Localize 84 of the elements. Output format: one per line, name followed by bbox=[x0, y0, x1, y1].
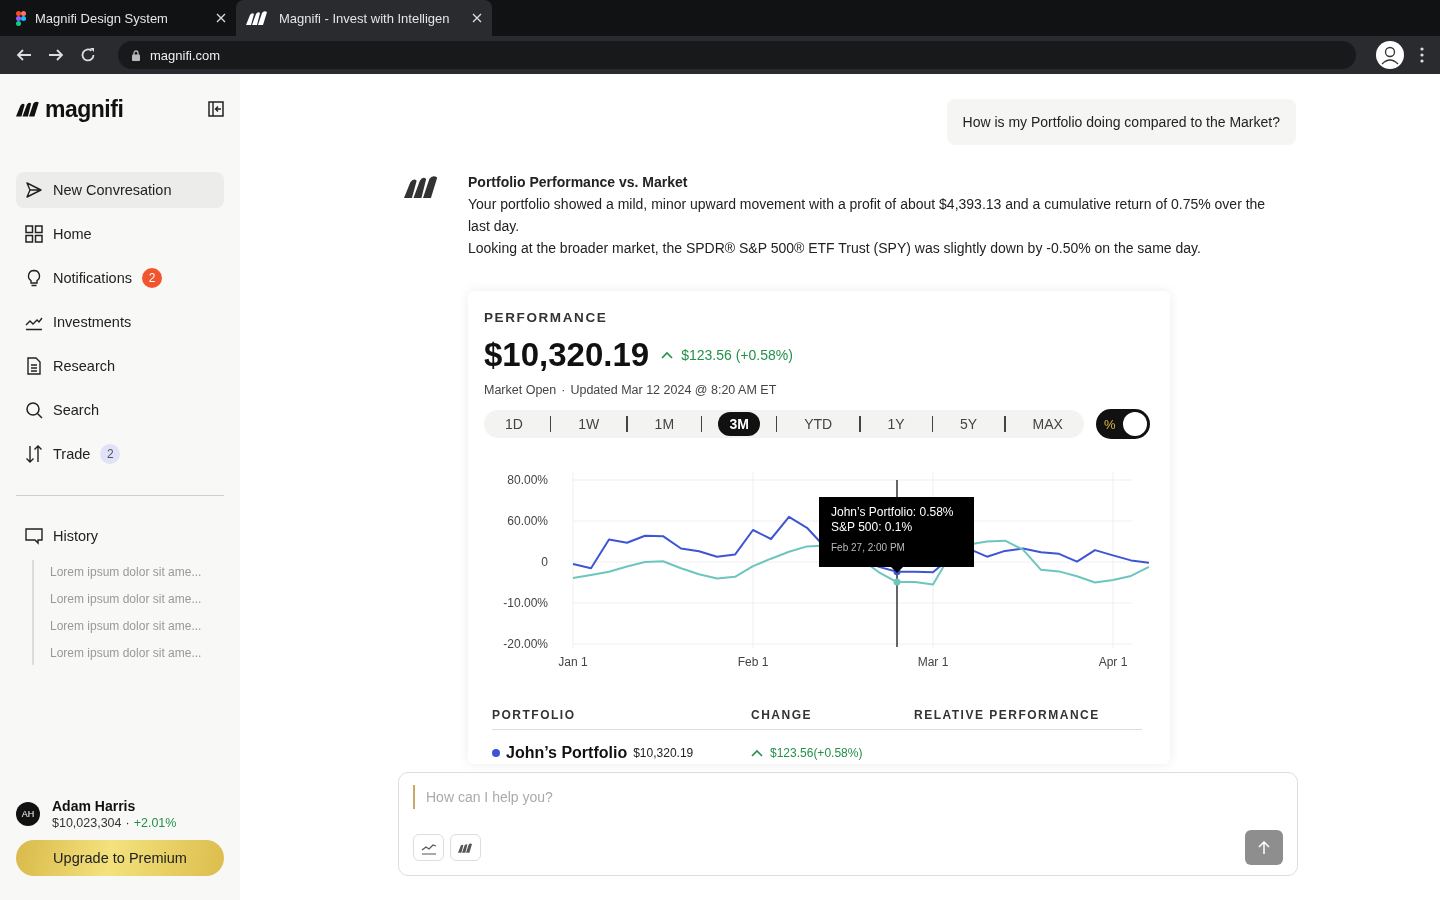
chat-bubble-icon bbox=[25, 527, 43, 545]
answer-paragraph: Your portfolio showed a mild, minor upward movement with a profit of about $4,393.13 and a cumulative return of 0.75% over the last day. bbox=[468, 195, 1267, 236]
answer-title: Portfolio Performance vs. Market bbox=[468, 173, 689, 192]
x-axis-label: Jan 1 bbox=[558, 655, 588, 669]
market-status: Market Open bbox=[484, 382, 557, 399]
tooltip-text: John’s Portfolio: 0.58% bbox=[831, 505, 955, 520]
user-name: Adam Harris bbox=[52, 798, 137, 814]
nav-item[interactable]: Home bbox=[16, 216, 224, 252]
balance-change: +2.01% bbox=[133, 816, 177, 830]
count-badge: 2 bbox=[100, 444, 121, 464]
send-button[interactable] bbox=[1245, 830, 1283, 865]
forward-icon[interactable] bbox=[48, 47, 64, 63]
x-axis-label: Mar 1 bbox=[917, 655, 949, 669]
nav-item[interactable]: New Convresation bbox=[16, 172, 224, 208]
answer-paragraph: Looking at the broader market, the SPDR® S&P 500® ETF Trust (SPY) was slightly down by -0.50% on the same day. bbox=[468, 239, 1202, 258]
profile-avatar-icon[interactable] bbox=[1376, 41, 1404, 69]
y-axis-label: 60.00% bbox=[507, 514, 548, 528]
x-axis-label: Apr 1 bbox=[1098, 655, 1128, 669]
range-tab[interactable]: YTD bbox=[793, 412, 844, 436]
lock-icon bbox=[132, 49, 140, 61]
card-heading: PERFORMANCE bbox=[484, 309, 609, 327]
arrow-up-icon bbox=[1257, 840, 1271, 855]
value-change: $123.56 (+0.58%) bbox=[681, 346, 793, 365]
separator-dot: · bbox=[125, 816, 130, 830]
change-value: $123.56(+0.58%) bbox=[770, 745, 863, 762]
search-icon bbox=[25, 401, 43, 419]
document-icon bbox=[25, 357, 43, 375]
collapse-sidebar-icon[interactable] bbox=[208, 101, 224, 117]
range-tab[interactable]: MAX bbox=[1021, 412, 1074, 436]
portfolio-value: $10,320.19 bbox=[633, 745, 694, 762]
address-bar[interactable]: magnifi.com bbox=[118, 41, 1356, 69]
user-avatar: AH bbox=[16, 802, 40, 826]
range-tab[interactable]: 1D bbox=[494, 412, 534, 436]
logo-icon bbox=[16, 101, 42, 117]
range-tab[interactable]: 1M bbox=[643, 412, 686, 436]
y-axis-label: 80.00% bbox=[507, 473, 548, 487]
browser-tab[interactable]: Magnifi Design System bbox=[6, 0, 236, 36]
x-axis-label: Feb 1 bbox=[737, 655, 769, 669]
count-badge: 2 bbox=[142, 268, 162, 288]
nav-item[interactable]: Investments bbox=[16, 304, 224, 340]
chart-tool-button[interactable] bbox=[413, 834, 444, 861]
range-tab[interactable]: 1Y bbox=[876, 412, 916, 436]
logo-icon bbox=[457, 842, 474, 853]
send-icon bbox=[25, 181, 43, 199]
tooltip-text: S&P 500: 0.1% bbox=[831, 520, 914, 535]
separator-dot: · bbox=[561, 382, 566, 399]
nav-item[interactable]: Notifications 2 bbox=[16, 260, 224, 296]
updated-time: Updated Mar 12 2024 @ 8:20 AM ET bbox=[570, 382, 777, 399]
portfolio-value: $10,320.19 bbox=[484, 335, 650, 375]
portfolio-name: John’s Portfolio bbox=[506, 743, 628, 763]
nav-item[interactable]: Research bbox=[16, 348, 224, 384]
figma-icon bbox=[16, 10, 26, 26]
column-header: RELATIVE PERFORMANCE bbox=[914, 708, 1101, 723]
account-balance: $10,023,304 bbox=[52, 816, 122, 830]
history-item[interactable]: History bbox=[16, 518, 224, 554]
data-point bbox=[893, 578, 901, 586]
caret-up-icon bbox=[661, 351, 674, 359]
reload-icon[interactable] bbox=[80, 47, 96, 63]
logo-icon bbox=[246, 11, 270, 25]
y-axis-label: -10.00% bbox=[503, 596, 548, 610]
user-message: How is my Portfolio doing compared to the Market? bbox=[946, 99, 1296, 145]
range-tab[interactable]: 1W bbox=[567, 412, 611, 436]
tooltip-date: Feb 27, 2:00 PM bbox=[831, 541, 906, 555]
y-axis-label: 0 bbox=[541, 555, 548, 569]
range-tab[interactable]: 5Y bbox=[949, 412, 989, 436]
back-icon[interactable] bbox=[16, 47, 32, 63]
logo-tool-button[interactable] bbox=[450, 834, 481, 861]
column-header: PORTFOLIO bbox=[492, 708, 577, 723]
upgrade-button[interactable]: Upgrade to Premium bbox=[16, 840, 224, 876]
logo-text: magnifi bbox=[45, 95, 124, 123]
grid-icon bbox=[25, 225, 43, 243]
range-tab[interactable]: 3M bbox=[718, 412, 760, 436]
up-down-arrows-icon bbox=[25, 445, 43, 463]
nav-item[interactable]: Trade 2 bbox=[16, 436, 224, 472]
browser-tab[interactable]: Magnifi - Invest with Intelligen bbox=[236, 0, 492, 36]
lightbulb-icon bbox=[25, 269, 43, 287]
nav-item[interactable]: Search bbox=[16, 392, 224, 428]
close-icon[interactable] bbox=[472, 13, 482, 23]
percent-toggle[interactable]: % bbox=[1096, 409, 1150, 439]
caret-up-icon bbox=[751, 749, 763, 757]
y-axis-label: -20.00% bbox=[503, 637, 548, 651]
menu-icon[interactable] bbox=[1420, 47, 1424, 63]
column-header: CHANGE bbox=[751, 708, 813, 723]
close-icon[interactable] bbox=[216, 13, 226, 23]
